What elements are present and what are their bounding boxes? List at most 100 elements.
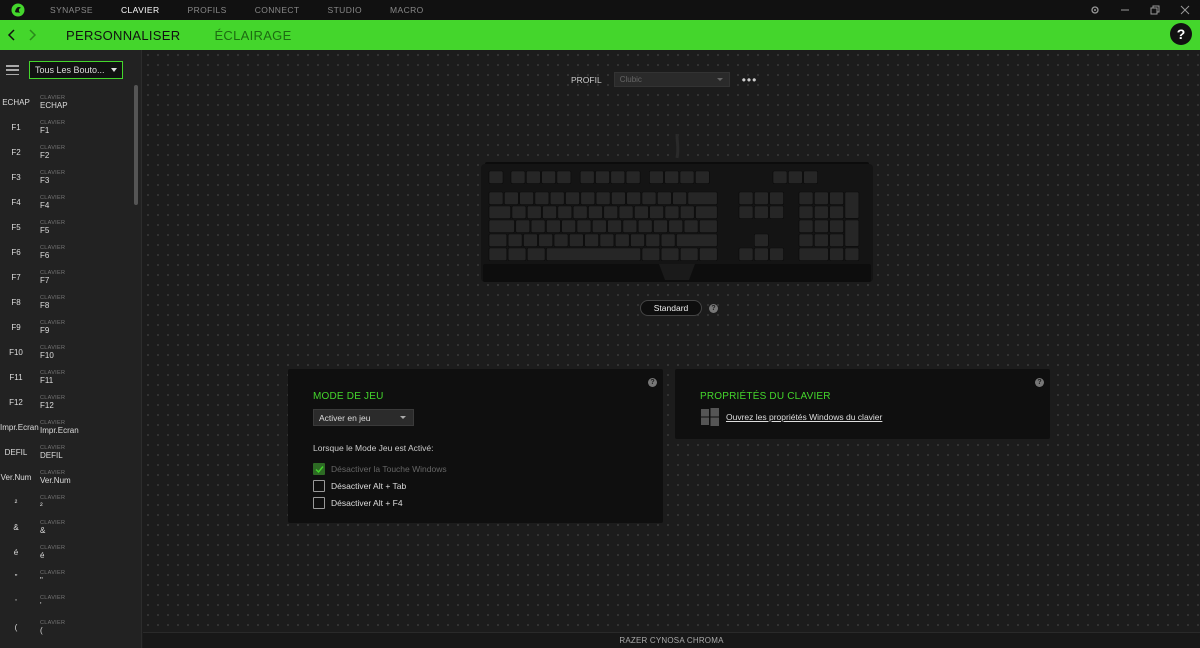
keycap[interactable] [546,247,641,261]
keycap[interactable] [588,205,603,219]
keycap[interactable] [542,205,557,219]
minimize-icon[interactable] [1110,0,1140,20]
keycap[interactable] [557,205,573,219]
profile-dropdown[interactable]: Clubic [613,72,730,87]
keycap[interactable] [595,191,611,205]
keycap[interactable] [561,219,576,233]
help-icon[interactable]: ? [648,378,657,387]
keycap[interactable] [829,219,844,233]
keycap[interactable] [618,205,634,219]
keycap[interactable] [488,219,515,233]
keycap[interactable] [637,219,653,233]
keycap[interactable] [676,233,718,247]
keycap[interactable] [507,247,527,261]
checkbox[interactable] [313,497,325,509]
keycap[interactable] [683,219,699,233]
keycap[interactable] [813,219,829,233]
keycap[interactable] [769,205,784,219]
key-list-item[interactable]: F5 CLAVIER F5 [0,215,134,240]
key-list-item[interactable]: CLAVIER [0,640,134,648]
keycap[interactable] [576,219,592,233]
keycap[interactable] [511,205,527,219]
keycap[interactable] [695,170,710,184]
keycap[interactable] [699,219,718,233]
keycap[interactable] [488,191,504,205]
keycap[interactable] [569,233,584,247]
checkbox[interactable] [313,463,325,475]
key-list-item[interactable]: F4 CLAVIER F4 [0,190,134,215]
key-list-item[interactable]: F6 CLAVIER F6 [0,240,134,265]
keycap[interactable] [526,205,542,219]
keycap[interactable] [649,205,664,219]
keycap[interactable] [679,247,699,261]
checkbox[interactable] [313,480,325,492]
keycap[interactable] [769,191,784,205]
keycap[interactable] [565,191,580,205]
keycap[interactable] [630,233,645,247]
option-disable-windows-key[interactable]: Désactiver la Touche Windows [313,463,447,475]
keycap[interactable] [738,247,754,261]
keycap[interactable] [549,191,565,205]
keycap[interactable] [525,170,541,184]
key-list-item[interactable]: F8 CLAVIER F8 [0,290,134,315]
keycap[interactable] [829,247,844,261]
key-list-item[interactable]: F2 CLAVIER F2 [0,140,134,165]
keycap[interactable] [614,233,630,247]
keycap[interactable] [523,233,538,247]
key-list-item[interactable]: ² CLAVIER ² [0,490,134,515]
keycap[interactable] [844,191,860,219]
option-disable-alt-tab[interactable]: Désactiver Alt + Tab [313,480,406,492]
key-filter-dropdown[interactable]: Tous Les Bouto... [29,61,123,79]
keycap[interactable] [580,191,596,205]
menu-icon[interactable] [6,65,19,75]
keycap[interactable] [657,191,672,205]
tab-eclairage[interactable]: ÉCLAIRAGE [214,28,291,43]
key-list-item[interactable]: F12 CLAVIER F12 [0,390,134,415]
keycap[interactable] [798,247,829,261]
keycap[interactable] [813,233,829,247]
keycap[interactable] [803,170,818,184]
keycap[interactable] [641,191,657,205]
keycap[interactable] [488,247,508,261]
keycap[interactable] [679,205,695,219]
keycap[interactable] [664,205,680,219]
keycap[interactable] [572,205,588,219]
tab-personnaliser[interactable]: PERSONNALISER [66,28,180,43]
keyboard-mode-button[interactable]: Standard [640,300,702,316]
keycap[interactable] [798,205,814,219]
keycap[interactable] [488,170,504,184]
keycap[interactable] [772,170,788,184]
settings-gear-icon[interactable] [1080,0,1110,20]
keycap[interactable] [488,205,511,219]
keycap[interactable] [679,170,695,184]
keycap[interactable] [672,191,687,205]
keycap[interactable] [653,219,668,233]
keycap[interactable] [769,247,784,261]
keycap[interactable] [519,191,534,205]
key-list-item[interactable]: F9 CLAVIER F9 [0,315,134,340]
help-icon[interactable]: ? [1170,23,1192,45]
keycap[interactable] [530,219,546,233]
keycap[interactable] [488,233,508,247]
keycap[interactable] [813,191,829,205]
keycap[interactable] [753,205,769,219]
keycap[interactable] [649,170,664,184]
keycap[interactable] [584,233,599,247]
keycap[interactable] [541,170,556,184]
key-list-item[interactable]: DEFIL CLAVIER DEFIL [0,440,134,465]
keycap[interactable] [507,233,523,247]
keycap[interactable] [645,233,661,247]
key-list-item[interactable]: F3 CLAVIER F3 [0,165,134,190]
tab-connect[interactable]: CONNECT [241,0,314,20]
close-icon[interactable] [1170,0,1200,20]
keycap[interactable] [526,247,546,261]
keycap[interactable] [798,219,814,233]
keycap[interactable] [695,205,718,219]
keycap[interactable] [607,219,622,233]
tab-studio[interactable]: STUDIO [314,0,377,20]
key-list-item[interactable]: F7 CLAVIER F7 [0,265,134,290]
key-list-item[interactable]: " CLAVIER " [0,565,134,590]
key-list-item[interactable]: F11 CLAVIER F11 [0,365,134,390]
keycap[interactable] [579,170,595,184]
keycap[interactable] [546,219,561,233]
